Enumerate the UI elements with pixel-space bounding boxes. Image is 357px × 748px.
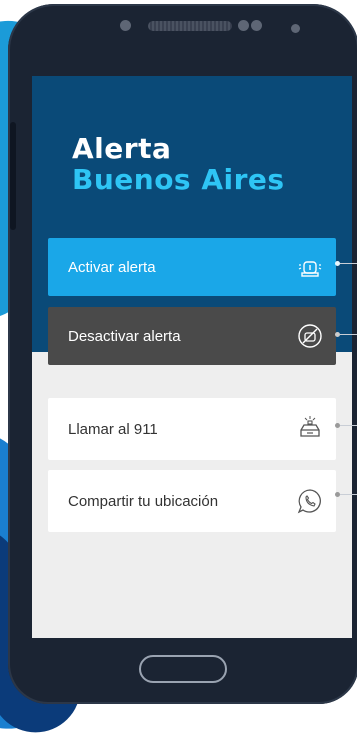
speaker-grille: [148, 21, 232, 31]
sensor-dot: [120, 20, 131, 31]
activate-alert-label: Activar alerta: [68, 258, 156, 276]
app-title-line1: Alerta: [72, 132, 172, 165]
callout-line: [340, 263, 357, 264]
callout-line: [340, 494, 357, 495]
siren-icon: [296, 253, 324, 281]
share-location-button[interactable]: Compartir tu ubicación: [48, 470, 336, 532]
deactivate-alert-button[interactable]: Desactivar alerta: [48, 307, 336, 365]
callout-dot: [335, 492, 340, 497]
callout-line: [340, 334, 357, 335]
sensor-dot: [251, 20, 262, 31]
police-car-icon: [296, 415, 324, 443]
call-911-button[interactable]: Llamar al 911: [48, 398, 336, 460]
activate-alert-button[interactable]: Activar alerta: [48, 238, 336, 296]
front-camera-icon: [238, 20, 249, 31]
app-title-line2: Buenos Aires: [72, 163, 285, 196]
call-911-label: Llamar al 911: [68, 420, 158, 438]
home-button[interactable]: [139, 655, 227, 683]
alarm-off-icon: [296, 322, 324, 350]
sensor-dot: [291, 24, 300, 33]
phone-frame: Alerta Buenos Aires Activar alerta Desac…: [8, 4, 357, 704]
share-location-label: Compartir tu ubicación: [68, 492, 219, 510]
whatsapp-icon: [296, 487, 324, 515]
volume-button: [10, 122, 16, 230]
callout-dot: [335, 261, 340, 266]
callout-dot: [335, 332, 340, 337]
app-screen: Alerta Buenos Aires Activar alerta Desac…: [32, 76, 352, 638]
callout-dot: [335, 423, 340, 428]
callout-line: [340, 425, 357, 426]
deactivate-alert-label: Desactivar alerta: [68, 327, 181, 345]
